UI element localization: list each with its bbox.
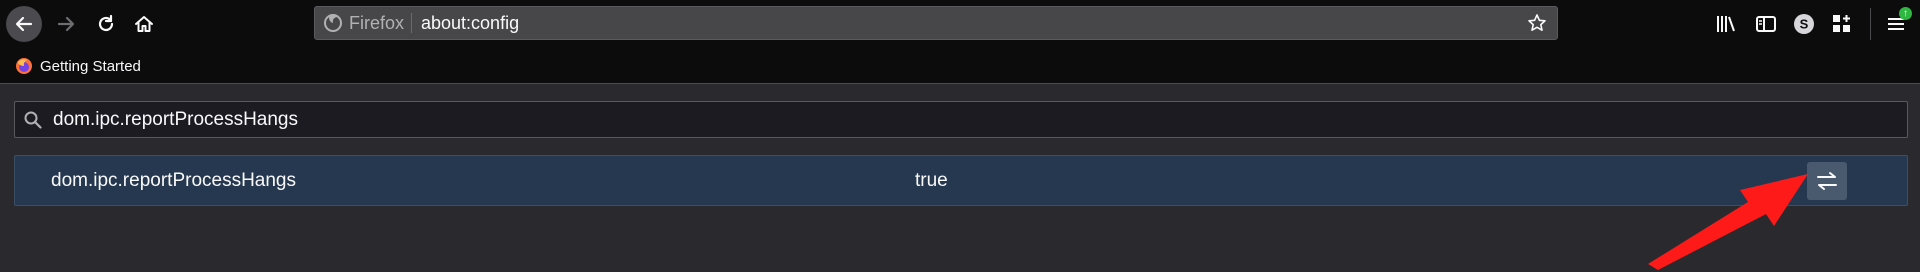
back-button[interactable] [6,6,42,42]
navigation-toolbar: Firefox about:config S ↑ [0,0,1920,48]
sidebar-icon [1756,16,1776,32]
home-icon [135,16,153,32]
sync-account-icon: S [1794,14,1814,34]
sync-account-button[interactable]: S [1790,10,1818,38]
identity-box[interactable]: Firefox [323,7,404,39]
update-badge: ↑ [1899,7,1912,20]
toolbar-divider [1870,8,1871,40]
search-icon [24,111,42,129]
extensions-grid-icon [1833,15,1850,32]
reload-icon [98,14,114,32]
preference-name: dom.ipc.reportProcessHangs [51,170,296,191]
toggle-arrows-icon [1817,172,1837,190]
sync-letter: S [1800,17,1809,32]
home-button[interactable] [126,6,162,42]
preference-search-input[interactable]: dom.ipc.reportProcessHangs [14,101,1908,138]
url-bar[interactable]: Firefox about:config [314,6,1558,40]
forward-button[interactable] [48,6,84,42]
firefox-logo-icon [324,14,342,32]
url-text[interactable]: about:config [421,7,519,39]
star-icon [1528,14,1546,31]
bookmark-label: Getting Started [40,57,141,75]
back-arrow-icon [15,16,33,32]
reload-button[interactable] [88,6,124,42]
bookmark-getting-started[interactable]: Getting Started [14,48,141,84]
forward-arrow-icon [57,16,75,32]
search-value[interactable]: dom.ipc.reportProcessHangs [53,102,298,137]
firefox-favicon-icon [16,58,32,74]
toggle-button[interactable] [1807,162,1847,200]
sidebar-button[interactable] [1752,10,1780,38]
extensions-button[interactable] [1828,10,1856,38]
library-icon [1717,16,1735,32]
preference-row[interactable]: dom.ipc.reportProcessHangs true [14,155,1908,206]
url-separator [411,13,412,33]
library-button[interactable] [1712,10,1740,38]
bookmarks-toolbar: Getting Started [0,48,1920,84]
preference-value: true [915,170,948,191]
bookmark-star-button[interactable] [1525,11,1549,35]
identity-label: Firefox [349,12,405,33]
